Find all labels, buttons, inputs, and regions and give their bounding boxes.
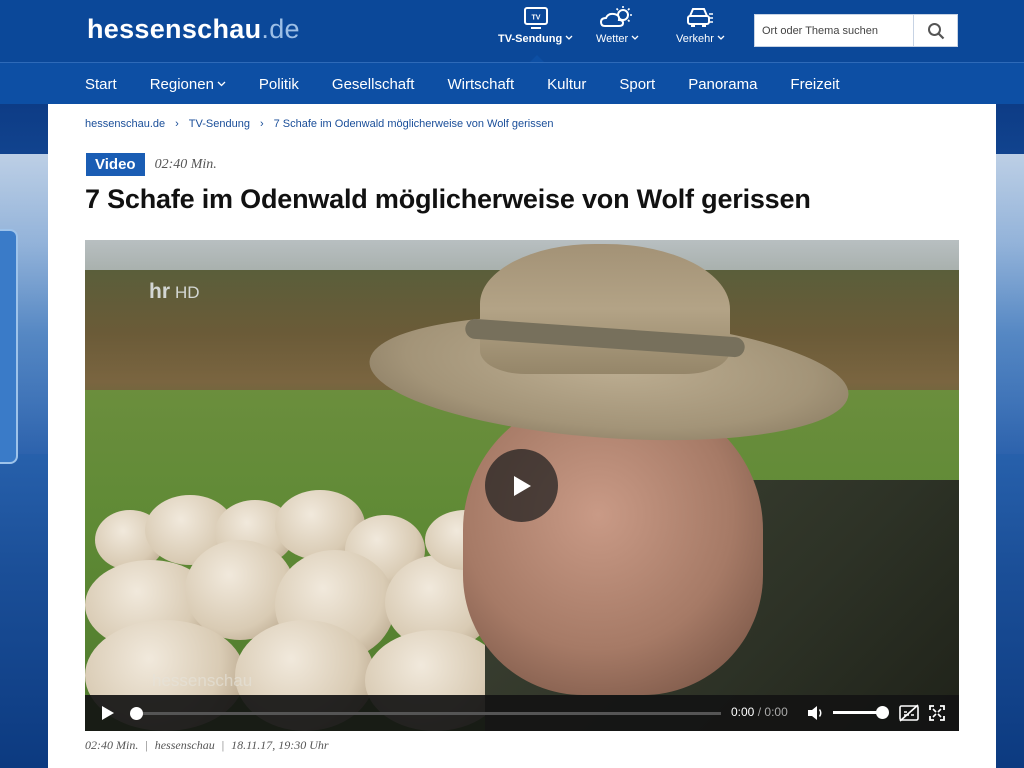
current-time: 0:00 (731, 705, 755, 719)
car-icon (687, 8, 714, 27)
nav-item-start[interactable]: Start (85, 76, 117, 93)
channel-logo-text: hr (149, 280, 170, 303)
volume-icon[interactable] (807, 705, 825, 721)
weather-icon (599, 6, 632, 27)
breadcrumb: hessenschau.de › TV-Sendung › 7 Schafe i… (85, 118, 553, 130)
volume-handle[interactable] (876, 706, 889, 719)
nav-label: Start (85, 75, 117, 93)
site-header: hessenschau.de TV TV-Sendung Wetter Verk… (0, 0, 1024, 62)
video-watermark: hessenschau (152, 671, 253, 690)
progress-bar[interactable] (136, 712, 721, 715)
video-frame-person-face (463, 395, 763, 695)
breadcrumb-link-home[interactable]: hessenschau.de (85, 118, 165, 130)
nav-label: Sport (619, 75, 656, 93)
background-left (0, 104, 48, 768)
breadcrumb-link-tv-sendung[interactable]: TV-Sendung (189, 118, 250, 130)
active-indicator (530, 55, 544, 62)
total-time: 0:00 (764, 705, 788, 719)
topnav-wetter[interactable]: Wetter (596, 6, 639, 62)
video-frame-hat-crown (480, 244, 730, 374)
nav-item-panorama[interactable]: Panorama (688, 76, 757, 93)
chevron-down-icon (565, 35, 573, 40)
topnav-verkehr[interactable]: Verkehr (676, 6, 725, 62)
nav-label: Panorama (688, 75, 758, 93)
meta-date: 18.11.17, 19:30 Uhr (231, 738, 329, 752)
chevron-down-icon (717, 35, 725, 40)
meta-source: hessenschau (154, 738, 215, 752)
breadcrumb-separator: › (175, 118, 179, 130)
nav-label: Wirtschaft (447, 75, 515, 93)
topnav-tv-sendung[interactable]: TV TV-Sendung (498, 6, 573, 62)
play-icon (513, 475, 531, 496)
channel-hd-label: HD (175, 283, 200, 302)
channel-logo: hr HD (149, 280, 200, 304)
nav-label: Kultur (547, 75, 587, 93)
background-right (996, 104, 1024, 768)
chevron-down-icon (217, 81, 226, 87)
chevron-down-icon (631, 35, 639, 40)
play-overlay-button[interactable] (485, 449, 558, 522)
tv-icon: TV (523, 7, 548, 29)
video-controls: 0:00 / 0:00 (85, 695, 959, 731)
background-panel (0, 229, 18, 464)
main-navigation: Start Regionen Politik Gesellschaft Wirt… (0, 62, 1024, 104)
search-icon (927, 22, 944, 39)
nav-item-kultur[interactable]: Kultur (547, 76, 586, 93)
breadcrumb-link-current[interactable]: 7 Schafe im Odenwald möglicherweise von … (274, 118, 554, 130)
video-badge: Video (86, 153, 145, 176)
article-content: hessenschau.de › TV-Sendung › 7 Schafe i… (48, 104, 996, 768)
topnav-label: Verkehr (676, 33, 714, 45)
topnav-label: Wetter (596, 33, 629, 45)
search-input[interactable] (754, 14, 913, 47)
nav-label: Freizeit (790, 75, 840, 93)
nav-item-gesellschaft[interactable]: Gesellschaft (332, 76, 415, 93)
volume-slider[interactable] (833, 711, 882, 714)
time-display: 0:00 / 0:00 (731, 705, 788, 719)
article-headline: 7 Schafe im Odenwald möglicherweise von … (85, 184, 811, 214)
progress-handle[interactable] (130, 707, 143, 720)
site-logo[interactable]: hessenschau.de (87, 14, 300, 45)
svg-text:TV: TV (531, 15, 540, 22)
subtitles-off-icon[interactable] (899, 704, 919, 722)
nav-item-politik[interactable]: Politik (259, 76, 299, 93)
meta-duration: 02:40 Min. (85, 738, 139, 752)
nav-item-sport[interactable]: Sport (619, 76, 655, 93)
play-icon[interactable] (101, 705, 115, 721)
meta-divider: | (221, 738, 225, 752)
search-button[interactable] (913, 14, 958, 47)
video-player[interactable]: hr HD hessenschau 0:00 / 0:00 (85, 240, 959, 731)
search-bar (754, 14, 958, 47)
time-separator: / (757, 705, 762, 719)
nav-label: Politik (258, 75, 299, 93)
logo-name: hessenschau (87, 14, 262, 44)
nav-item-regionen[interactable]: Regionen (150, 76, 226, 93)
video-duration: 02:40 Min. (154, 156, 217, 172)
nav-label: Gesellschaft (331, 75, 415, 93)
fullscreen-icon[interactable] (929, 705, 945, 721)
background-strip (996, 154, 1024, 454)
breadcrumb-separator: › (259, 118, 264, 130)
logo-tld: .de (261, 14, 300, 44)
nav-item-freizeit[interactable]: Freizeit (790, 76, 839, 93)
nav-label: Regionen (149, 75, 214, 93)
topnav-label: TV-Sendung (498, 33, 563, 45)
video-meta-footer: 02:40 Min. | hessenschau | 18.11.17, 19:… (85, 738, 329, 753)
article-meta: Video 02:40 Min. (86, 153, 217, 176)
meta-divider: | (145, 738, 148, 752)
nav-item-wirtschaft[interactable]: Wirtschaft (447, 76, 514, 93)
